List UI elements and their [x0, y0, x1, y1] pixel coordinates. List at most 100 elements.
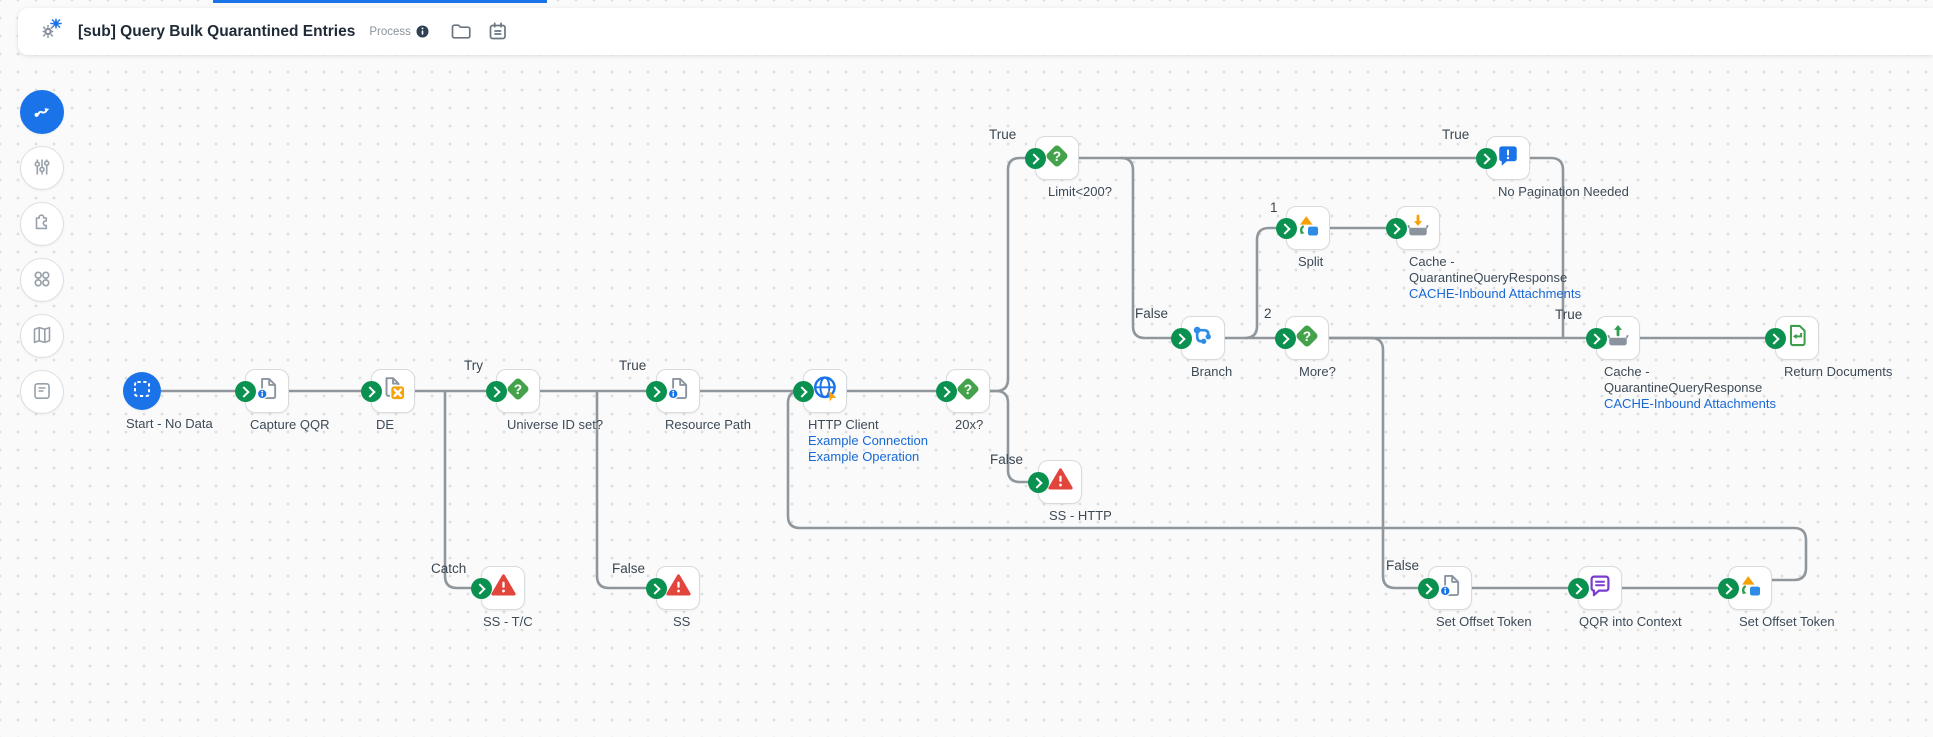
- svg-text:?: ?: [1053, 149, 1061, 164]
- document-info-icon: [254, 375, 281, 407]
- connector-arrow-icon: [1171, 328, 1192, 349]
- node-label: Branch: [1191, 364, 1233, 379]
- tool-process-flow[interactable]: [20, 90, 64, 134]
- node-label: HTTP Client Example Connection Example O…: [808, 417, 928, 465]
- connector-arrow-icon: [1386, 218, 1407, 239]
- svg-text:?: ?: [514, 382, 522, 397]
- node-more[interactable]: ? More?: [1275, 316, 1336, 379]
- connector-arrow-icon: [471, 578, 492, 599]
- error-icon: [489, 571, 518, 605]
- tool-map[interactable]: [20, 314, 64, 358]
- node-qqr-into-context[interactable]: QQR into Context: [1568, 566, 1682, 629]
- node-cache-retrieve[interactable]: Cache - QuarantineQueryResponse CACHE-In…: [1586, 316, 1776, 411]
- node-label: QQR into Context: [1579, 614, 1682, 629]
- connector-path: [990, 389, 1029, 484]
- edge-label-try: Try: [464, 358, 483, 373]
- node-de[interactable]: DE: [361, 369, 415, 432]
- tool-adjustments[interactable]: [20, 146, 64, 190]
- node-ss-http[interactable]: SS - HTTP: [1028, 460, 1112, 523]
- grid-dots-icon: [30, 267, 54, 294]
- process-canvas[interactable]: Try Catch True False True False True Fal…: [0, 0, 1933, 737]
- map-icon: [30, 323, 54, 350]
- decision-icon: ?: [1042, 141, 1072, 176]
- node-http-client[interactable]: HTTP Client Example Connection Example O…: [793, 369, 928, 464]
- decision-icon: ?: [953, 374, 983, 409]
- node-label: No Pagination Needed: [1498, 184, 1629, 199]
- tool-components[interactable]: [20, 258, 64, 302]
- node-label: SS: [673, 614, 691, 629]
- process-gears-icon: [40, 17, 64, 46]
- page-title: [sub] Query Bulk Quarantined Entries: [78, 22, 356, 40]
- node-label: 20x?: [955, 417, 984, 432]
- cache-component-link[interactable]: CACHE-Inbound Attachments: [1409, 286, 1581, 302]
- edge-label-universe-true: True: [619, 358, 647, 373]
- branch-icon: [1189, 322, 1217, 355]
- node-label: Cache - QuarantineQueryResponse CACHE-In…: [1409, 254, 1581, 302]
- connector-arrow-icon: [1028, 472, 1049, 493]
- node-split[interactable]: Split: [1276, 206, 1330, 269]
- annotation-icon: [1586, 572, 1614, 605]
- edge-label-catch: Catch: [431, 561, 467, 576]
- http-globe-icon: [811, 374, 840, 408]
- node-resource-path[interactable]: Resource Path: [646, 369, 751, 432]
- connector-path: [595, 391, 647, 590]
- node-label-line: Cache -: [1409, 254, 1455, 269]
- tool-extensions[interactable]: [20, 202, 64, 246]
- connector-path: [786, 389, 1808, 582]
- node-return-documents[interactable]: Return Documents: [1765, 316, 1892, 379]
- node-label: Capture QQR: [250, 417, 330, 432]
- node-limit[interactable]: ? Limit<200?: [1025, 136, 1112, 199]
- node-label-line: QuarantineQueryResponse: [1604, 380, 1763, 395]
- connector-arrow-icon: [1418, 578, 1439, 599]
- node-label-line: Cache -: [1604, 364, 1650, 379]
- puzzle-icon: [30, 211, 54, 238]
- node-ss[interactable]: SS: [646, 566, 700, 629]
- node-capture-qqr[interactable]: Capture QQR: [235, 369, 329, 432]
- node-label: Resource Path: [665, 417, 751, 432]
- notes-icon: [30, 379, 54, 406]
- connector-arrow-icon: [1765, 328, 1786, 349]
- operation-link[interactable]: Example Operation: [808, 449, 928, 465]
- node-label: Cache - QuarantineQueryResponse CACHE-In…: [1604, 364, 1776, 412]
- process-flow-icon: [30, 99, 54, 126]
- tool-notes[interactable]: [20, 370, 64, 414]
- node-20x[interactable]: ? 20x?: [936, 369, 990, 432]
- node-start[interactable]: Start - No Data: [123, 372, 213, 431]
- node-branch[interactable]: Branch: [1171, 316, 1232, 379]
- node-label: Universe ID set?: [507, 417, 604, 432]
- node-label: Set Offset Token: [1436, 614, 1532, 629]
- node-label: Set Offset Token: [1739, 614, 1835, 629]
- connector-arrow-icon: [1568, 578, 1589, 599]
- folder-icon[interactable]: [449, 20, 472, 43]
- info-icon[interactable]: [416, 25, 429, 38]
- svg-text:?: ?: [964, 382, 972, 397]
- edge-label-more-true: True: [1555, 307, 1583, 322]
- node-cache-store[interactable]: Cache - QuarantineQueryResponse CACHE-In…: [1386, 206, 1581, 301]
- edge-label-branch-2: 2: [1264, 306, 1272, 321]
- edge-label-limit-false: False: [1135, 306, 1169, 321]
- node-set-offset-token-1[interactable]: Set Offset Token: [1418, 566, 1532, 629]
- document-info-icon: [1437, 572, 1464, 604]
- node-label: SS - T/C: [483, 614, 533, 629]
- clipboard-icon[interactable]: [486, 20, 509, 43]
- connector-arrow-icon: [361, 381, 382, 402]
- node-ss-tc[interactable]: SS - T/C: [471, 566, 533, 629]
- edge-label-20x-true: True: [989, 127, 1017, 142]
- connector-arrow-icon: [1718, 578, 1739, 599]
- edge-label-more-false: False: [1386, 558, 1420, 573]
- node-universe-id-set[interactable]: ? Universe ID set?: [486, 369, 603, 432]
- node-label: Return Documents: [1784, 364, 1893, 379]
- process-header: [sub] Query Bulk Quarantined Entries Pro…: [18, 8, 1933, 55]
- cache-component-link[interactable]: CACHE-Inbound Attachments: [1604, 396, 1776, 412]
- connector-path: [1244, 226, 1277, 340]
- node-label: DE: [376, 417, 395, 432]
- error-icon: [664, 571, 693, 605]
- edge-label-limit-true: True: [1442, 127, 1470, 142]
- connection-link[interactable]: Example Connection: [808, 433, 928, 449]
- connector-arrow-icon: [793, 381, 814, 402]
- document-error-icon: [380, 375, 407, 407]
- cache-store-icon: [1404, 212, 1432, 245]
- node-no-pagination[interactable]: No Pagination Needed: [1476, 136, 1629, 199]
- node-set-offset-token-2[interactable]: Set Offset Token: [1718, 566, 1835, 629]
- connector-arrow-icon: [235, 381, 256, 402]
